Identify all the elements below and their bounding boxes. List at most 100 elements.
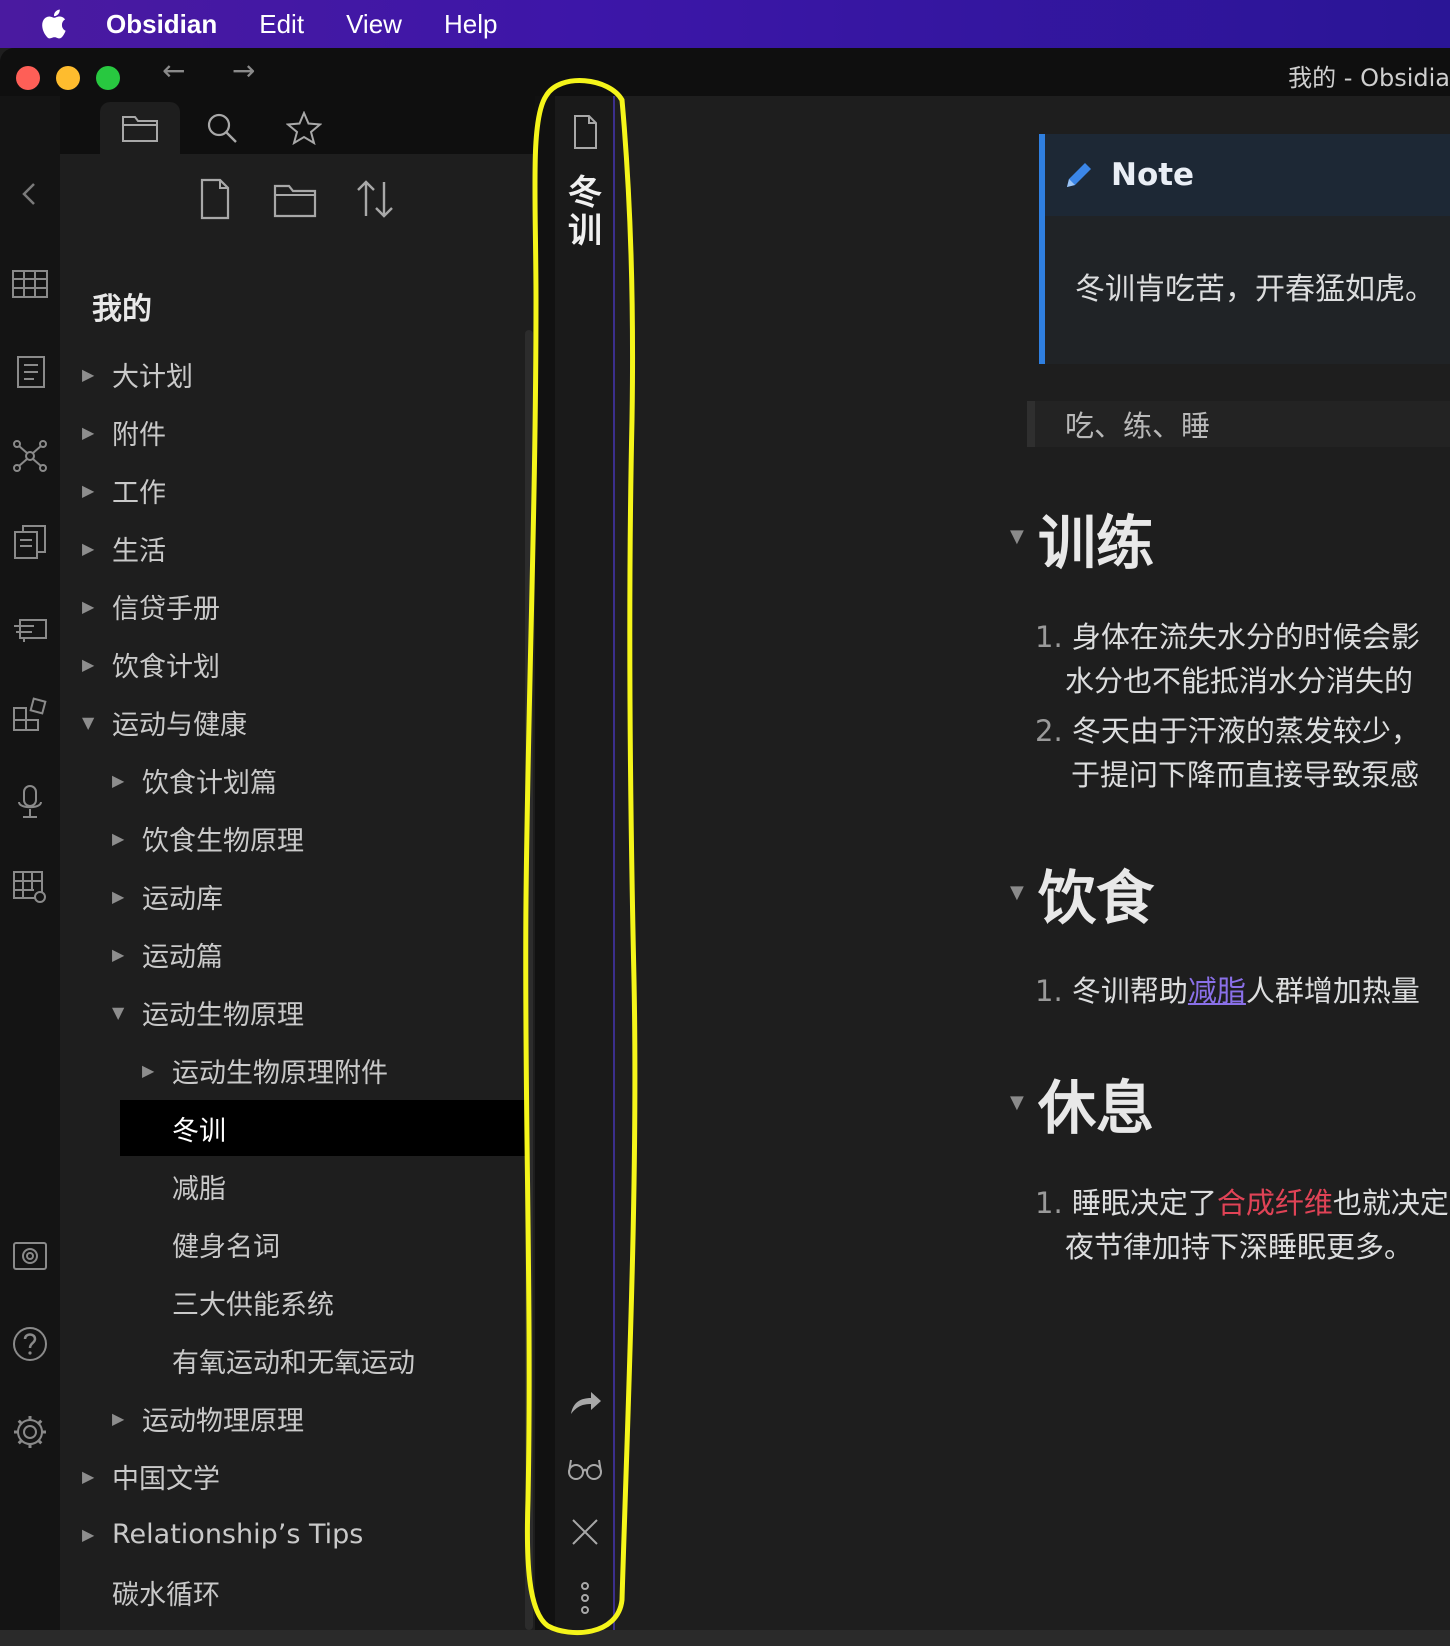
vault-name: 我的 bbox=[92, 292, 152, 327]
collapse-arrow-icon: ▶ bbox=[82, 422, 95, 442]
callout-body: 冬训肯吃苦，开春猛如虎。 bbox=[1075, 272, 1435, 307]
collapse-arrow-icon: ▶ bbox=[142, 1060, 155, 1080]
back-arrow-icon[interactable]: ← bbox=[162, 54, 185, 87]
menu-help[interactable]: Help bbox=[444, 9, 497, 40]
tree-item-folder[interactable]: ▼ 运动生物原理 bbox=[112, 984, 304, 1040]
left-ribbon bbox=[0, 96, 60, 1636]
tree-item-label: 饮食生物原理 bbox=[142, 825, 304, 857]
file-explorer-actions bbox=[190, 174, 430, 230]
tree-item-folder[interactable]: ▶ 生活 bbox=[82, 520, 166, 576]
microphone-icon[interactable] bbox=[10, 782, 50, 822]
tree-item-file[interactable]: 三大供能系统 bbox=[172, 1274, 334, 1330]
sidebar-tab-bar bbox=[60, 96, 535, 154]
tree-item-folder[interactable]: ▶ 附件 bbox=[82, 404, 166, 460]
file-explorer-panel: 我的 ▶ 大计划 ▶ 附件 ▶ 工作 ▶ 生活 ▶ 信贷手册 ▶ 饮食计划 ▼ 运动与健康 ▶… bbox=[60, 154, 535, 1636]
tree-item-label: 运动篇 bbox=[142, 941, 223, 973]
heading-rest: 休息 bbox=[1038, 1074, 1155, 1142]
list-item-continuation: 水分也不能抵消水分消失的 bbox=[1065, 664, 1414, 698]
tree-item-file[interactable]: 健身名词 bbox=[172, 1216, 280, 1272]
list-item: 1. 身体在流失水分的时候会影 bbox=[1035, 614, 1420, 660]
tree-item-folder[interactable]: ▶ 运动篇 bbox=[112, 926, 223, 982]
expand-arrow-icon: ▼ bbox=[82, 712, 95, 732]
tree-item-folder[interactable]: ▶ 饮食计划篇 bbox=[112, 752, 277, 808]
blockquote-text: 吃、练、睡 bbox=[1065, 409, 1211, 443]
graph-view-icon[interactable] bbox=[10, 436, 50, 476]
tree-item-folder[interactable]: ▶ 饮食生物原理 bbox=[112, 810, 304, 866]
reading-glasses-icon[interactable] bbox=[565, 1448, 605, 1488]
sidebar-scrollbar[interactable] bbox=[525, 330, 533, 1630]
tree-item-file-active[interactable]: 冬训 bbox=[120, 1100, 525, 1156]
table-icon[interactable] bbox=[10, 264, 50, 304]
vault-switch-icon[interactable] bbox=[10, 1236, 50, 1276]
tree-item-file[interactable]: 碳水循环 bbox=[112, 1564, 220, 1620]
more-options-icon[interactable] bbox=[565, 1578, 605, 1618]
expand-arrow-icon: ▼ bbox=[112, 1002, 125, 1022]
internal-link[interactable]: 减脂 bbox=[1188, 974, 1246, 1008]
tree-item-folder[interactable]: ▶ Relationship’s Tips bbox=[82, 1506, 363, 1562]
collapse-arrow-icon: ▶ bbox=[82, 654, 95, 674]
collapse-sidebar-icon[interactable] bbox=[10, 174, 50, 214]
table-settings-icon[interactable] bbox=[10, 866, 50, 906]
tree-item-folder[interactable]: ▶ 运动库 bbox=[112, 868, 223, 924]
list-number: 1. bbox=[1035, 1186, 1063, 1220]
menu-edit[interactable]: Edit bbox=[259, 9, 304, 40]
list-number: 1. bbox=[1035, 620, 1063, 654]
collapse-arrow-icon: ▶ bbox=[112, 944, 125, 964]
copy-files-icon[interactable] bbox=[10, 522, 50, 562]
menu-app-name[interactable]: Obsidian bbox=[106, 9, 217, 40]
collapse-arrow-icon: ▶ bbox=[112, 770, 125, 790]
tree-item-folder[interactable]: ▶ 工作 bbox=[82, 462, 166, 518]
tree-item-label: 附件 bbox=[112, 419, 166, 451]
new-note-icon[interactable] bbox=[190, 174, 240, 224]
unresolved-link[interactable]: 合成纤维 bbox=[1217, 1186, 1333, 1220]
menu-view[interactable]: View bbox=[346, 9, 402, 40]
stacked-tab-title[interactable]: 冬训 bbox=[565, 174, 605, 250]
close-window-button[interactable] bbox=[16, 66, 40, 90]
status-bar bbox=[0, 1630, 1450, 1646]
tab-search[interactable] bbox=[182, 102, 262, 154]
fold-heading-icon[interactable]: ▼ bbox=[1010, 526, 1024, 547]
callout-header: Note bbox=[1045, 134, 1450, 216]
document-list-icon[interactable] bbox=[10, 352, 50, 392]
close-icon[interactable] bbox=[565, 1512, 605, 1552]
search-icon bbox=[207, 113, 237, 143]
list-item-continuation: 于提问下降而直接导致泵感 bbox=[1071, 758, 1420, 792]
tree-item-folder[interactable]: ▶ 大计划 bbox=[82, 346, 193, 402]
minimize-window-button[interactable] bbox=[56, 66, 80, 90]
apple-logo-icon[interactable] bbox=[38, 8, 68, 40]
tree-item-label: Relationship’s Tips bbox=[112, 1518, 364, 1550]
tree-item-file[interactable]: 有氧运动和无氧运动 bbox=[172, 1332, 415, 1388]
window-title: 我的 - Obsidia bbox=[1288, 64, 1450, 92]
collapse-arrow-icon: ▶ bbox=[112, 1408, 125, 1428]
help-icon[interactable] bbox=[10, 1324, 50, 1364]
tree-item-folder[interactable]: ▶ 运动物理原理 bbox=[112, 1390, 304, 1446]
collapse-arrow-icon: ▶ bbox=[82, 1524, 95, 1544]
list-text: 冬训帮助 bbox=[1071, 974, 1188, 1008]
tree-item-folder[interactable]: ▶ 饮食计划 bbox=[82, 636, 220, 692]
window-title-bar bbox=[0, 48, 1450, 96]
tree-item-label: 健身名词 bbox=[172, 1231, 280, 1263]
tree-item-label: 运动与健康 bbox=[112, 709, 247, 741]
settings-gear-icon[interactable] bbox=[10, 1412, 50, 1452]
collapse-arrow-icon: ▶ bbox=[82, 1466, 95, 1486]
pencil-icon bbox=[1067, 163, 1091, 187]
tree-item-folder[interactable]: ▶ 运动生物原理附件 bbox=[142, 1042, 388, 1098]
fold-heading-icon[interactable]: ▼ bbox=[1010, 882, 1024, 903]
zoom-window-button[interactable] bbox=[96, 66, 120, 90]
sort-order-icon[interactable] bbox=[350, 174, 400, 224]
tree-item-folder[interactable]: ▼ 运动与健康 bbox=[82, 694, 247, 750]
forward-arrow-icon[interactable]: → bbox=[232, 54, 255, 87]
tab-starred[interactable] bbox=[264, 102, 344, 154]
new-folder-icon[interactable] bbox=[270, 174, 320, 224]
tree-item-folder[interactable]: ▶ 中国文学 bbox=[82, 1448, 220, 1504]
tab-file-explorer[interactable] bbox=[100, 102, 180, 154]
slides-icon[interactable] bbox=[10, 608, 50, 648]
share-arrow-icon[interactable] bbox=[565, 1382, 605, 1422]
tree-item-label: 饮食计划篇 bbox=[142, 767, 277, 799]
fold-heading-icon[interactable]: ▼ bbox=[1010, 1092, 1024, 1113]
plugins-icon[interactable] bbox=[10, 694, 50, 734]
tree-item-folder[interactable]: ▶ 信贷手册 bbox=[82, 578, 220, 634]
tree-item-file[interactable]: 减脂 bbox=[172, 1158, 226, 1214]
tree-item-label: 冬训 bbox=[172, 1115, 226, 1147]
stacked-tab-strip: 冬训 bbox=[535, 96, 616, 1636]
